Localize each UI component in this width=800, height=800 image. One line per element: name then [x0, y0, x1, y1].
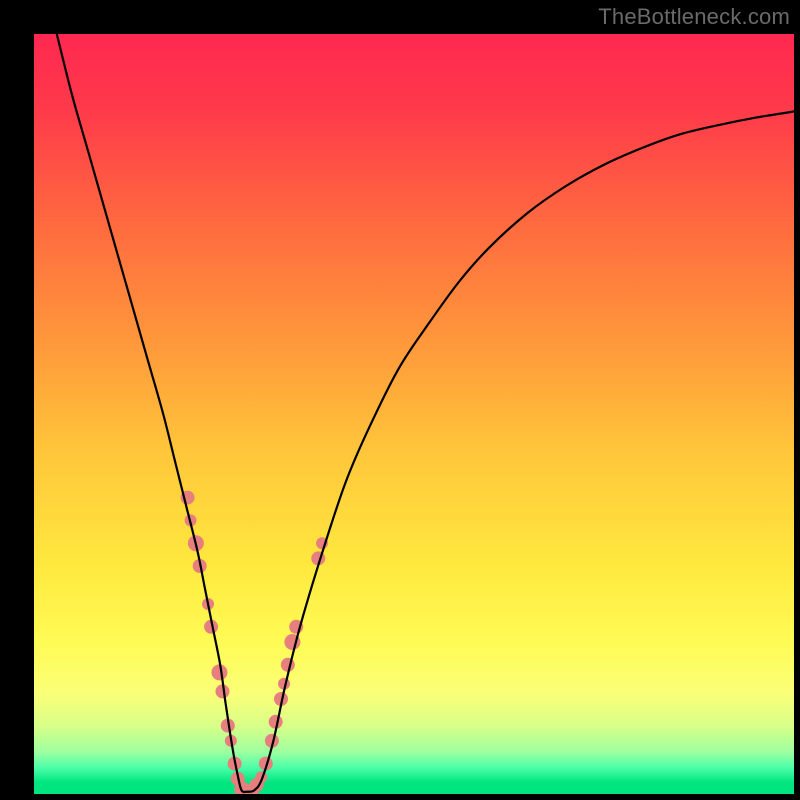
chart-frame: TheBottleneck.com	[0, 0, 800, 800]
marker-group	[181, 491, 329, 794]
watermark-text: TheBottleneck.com	[598, 4, 790, 30]
bottleneck-curve	[57, 34, 794, 792]
data-point	[281, 658, 295, 672]
curve-layer	[34, 34, 794, 794]
plot-area	[34, 34, 794, 794]
